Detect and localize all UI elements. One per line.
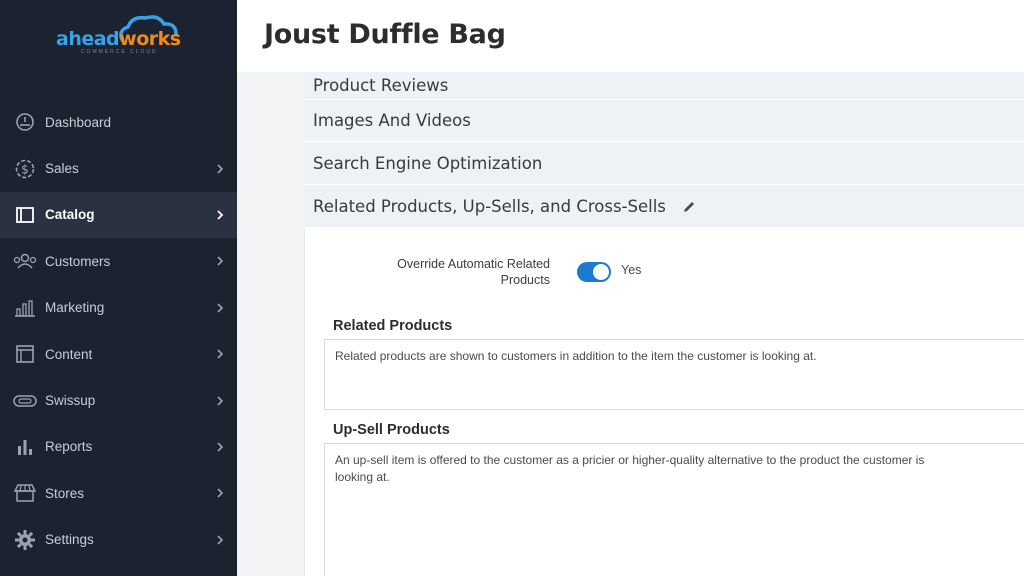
dollar-icon: $: [12, 158, 38, 180]
section-product-reviews[interactable]: Product Reviews: [304, 72, 1024, 100]
content-icon: [12, 343, 38, 365]
sidebar-item-catalog[interactable]: Catalog: [0, 191, 237, 239]
chevron-right-icon: [217, 210, 224, 220]
sidebar-item-label: Catalog: [45, 207, 95, 223]
stores-icon: [12, 482, 38, 504]
logo-text-ahead: ahead: [56, 28, 120, 50]
sidebar-item-label: Stores: [45, 485, 85, 501]
logo-subtitle: COMMERCE CLOUD: [81, 49, 158, 55]
chevron-right-icon: [217, 488, 224, 498]
sidebar-item-label: Sales: [45, 161, 79, 177]
catalog-icon: [12, 204, 38, 226]
reports-icon: [12, 436, 38, 458]
sidebar: aheadworks COMMERCE CLOUD Dashboard $ Sa…: [0, 0, 237, 576]
sidebar-item-label: Customers: [45, 253, 111, 269]
svg-text:$: $: [21, 162, 29, 176]
upsell-products-text: An up-sell item is offered to the custom…: [335, 453, 925, 484]
chevron-right-icon: [217, 349, 224, 359]
logo-wordmark: aheadworks: [56, 28, 181, 50]
section-label: Search Engine Optimization: [313, 154, 543, 173]
chevron-right-icon: [217, 256, 224, 266]
dashboard-icon: [12, 111, 38, 133]
sidebar-item-swissup[interactable]: Swissup: [0, 377, 237, 423]
section-related-products[interactable]: Related Products, Up-Sells, and Cross-Se…: [304, 186, 1024, 228]
sidebar-item-sales[interactable]: $ Sales: [0, 145, 237, 191]
section-label: Images And Videos: [313, 111, 471, 130]
sidebar-item-customers[interactable]: Customers: [0, 238, 237, 284]
section-images-and-videos[interactable]: Images And Videos: [304, 100, 1024, 142]
logo-text-works: works: [119, 28, 181, 50]
sidebar-nav: Dashboard $ Sales Catalog Customers Mark…: [0, 99, 237, 563]
override-label: Override Automatic Related Products: [397, 257, 550, 287]
page-header: Joust Duffle Bag: [237, 0, 1024, 72]
chevron-right-icon: [217, 164, 224, 174]
page-title: Joust Duffle Bag: [264, 19, 506, 50]
toggle-knob: [593, 264, 609, 280]
chevron-right-icon: [217, 303, 224, 313]
sidebar-item-label: Swissup: [45, 393, 96, 409]
swissup-icon: [12, 390, 38, 412]
sidebar-item-marketing[interactable]: Marketing: [0, 285, 237, 331]
related-products-description: Related products are shown to customers …: [324, 339, 1024, 410]
override-value: Yes: [621, 263, 642, 277]
section-label: Related Products, Up-Sells, and Cross-Se…: [313, 197, 666, 216]
upsell-products-heading: Up-Sell Products: [333, 422, 450, 438]
related-products-panel: Override Automatic Related Products Yes …: [304, 228, 1024, 576]
sidebar-item-label: Marketing: [45, 300, 105, 316]
sidebar-item-label: Content: [45, 346, 93, 362]
section-search-engine-optimization[interactable]: Search Engine Optimization: [304, 143, 1024, 185]
related-products-heading: Related Products: [333, 318, 453, 334]
ahead-works-logo[interactable]: aheadworks COMMERCE CLOUD: [56, 14, 182, 60]
sidebar-item-dashboard[interactable]: Dashboard: [0, 99, 237, 145]
section-label: Product Reviews: [313, 75, 449, 95]
sidebar-item-content[interactable]: Content: [0, 331, 237, 377]
main-content: Product Reviews Images And Videos Search…: [237, 72, 1024, 576]
sidebar-item-label: Settings: [45, 532, 94, 548]
chevron-right-icon: [217, 535, 224, 545]
related-products-text: Related products are shown to customers …: [335, 349, 817, 363]
override-toggle[interactable]: [577, 262, 611, 282]
sidebar-item-reports[interactable]: Reports: [0, 424, 237, 470]
pencil-icon[interactable]: [682, 200, 696, 214]
gear-icon: [12, 529, 38, 551]
sidebar-item-settings[interactable]: Settings: [0, 517, 237, 563]
sidebar-item-label: Reports: [45, 439, 93, 455]
sidebar-item-label: Dashboard: [45, 114, 112, 130]
marketing-icon: [12, 297, 38, 319]
chevron-right-icon: [217, 395, 224, 406]
sidebar-item-stores[interactable]: Stores: [0, 470, 237, 516]
customers-icon: [12, 250, 38, 272]
upsell-products-description: An up-sell item is offered to the custom…: [324, 443, 1024, 576]
chevron-right-icon: [217, 442, 224, 452]
